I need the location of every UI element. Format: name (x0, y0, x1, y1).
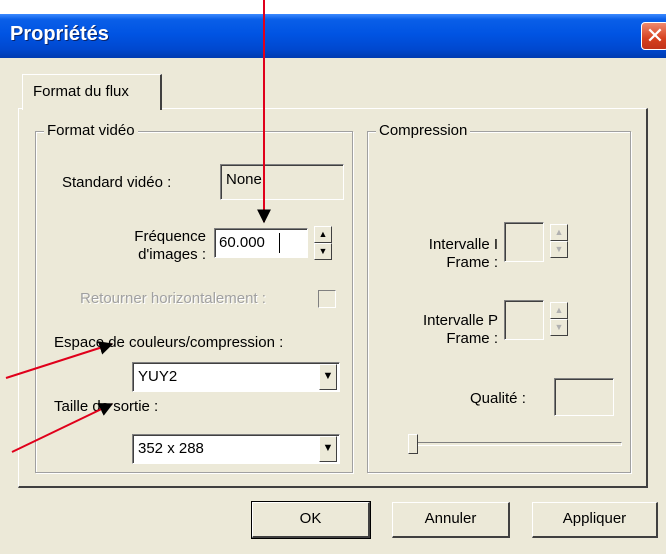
text-cursor (279, 233, 280, 253)
properties-dialog: Propriétés ✕ Format du flux Format vidéo… (0, 14, 666, 554)
p-frame-label-2: Frame : (446, 330, 498, 347)
frame-rate-value: 60.000 (219, 234, 265, 251)
spin-up-icon[interactable]: ▲ (314, 226, 332, 243)
flip-horizontal-checkbox[interactable] (318, 290, 336, 308)
cancel-button[interactable]: Annuler (392, 502, 510, 538)
close-icon: ✕ (645, 23, 665, 48)
spin-up-icon[interactable]: ▲ (550, 224, 568, 241)
p-frame-label-1: Intervalle P (422, 312, 498, 329)
output-size-select[interactable]: 352 x 288 ▼ (132, 434, 340, 464)
ok-label: OK (299, 510, 322, 527)
compression-group-label: Compression (376, 122, 471, 139)
quality-slider-track[interactable] (414, 442, 622, 446)
dropdown-chevron-icon[interactable]: ▼ (319, 436, 337, 462)
standard-video-field: None (220, 164, 344, 200)
apply-button[interactable]: Appliquer (532, 502, 658, 538)
video-format-group-label: Format vidéo (44, 122, 138, 139)
spin-down-icon[interactable]: ▼ (550, 241, 568, 258)
spin-down-icon[interactable]: ▼ (314, 243, 332, 260)
frame-rate-input[interactable]: 60.000 (214, 228, 308, 258)
spin-up-icon[interactable]: ▲ (550, 302, 568, 319)
p-frame-interval-field[interactable] (504, 300, 544, 340)
i-frame-spinner[interactable]: ▲ ▼ (550, 224, 568, 258)
compression-group: Compression Intervalle I Frame : ▲ ▼ Int… (367, 122, 631, 473)
color-space-value: YUY2 (138, 368, 178, 385)
flip-horizontal-label: Retourner horizontalement : (80, 290, 266, 307)
window-title: Propriétés (10, 23, 109, 45)
frame-rate-spinner[interactable]: ▲ ▼ (314, 226, 332, 260)
ok-button[interactable]: OK (251, 501, 371, 539)
standard-video-label: Standard vidéo : (62, 174, 172, 191)
i-frame-label-1: Intervalle I (428, 236, 498, 253)
title-bar[interactable]: Propriétés ✕ (0, 14, 666, 58)
frame-rate-label-1: Fréquence (134, 228, 206, 245)
standard-video-value: None (226, 171, 262, 188)
video-format-group: Format vidéo Standard vidéo : None Fréqu… (35, 122, 353, 473)
color-space-label: Espace de couleurs/compression : (54, 334, 284, 351)
frame-rate-label-2: d'images : (138, 246, 206, 263)
quality-slider-thumb[interactable] (408, 434, 418, 454)
dropdown-chevron-icon[interactable]: ▼ (319, 364, 337, 390)
output-size-label: Taille de sortie : (54, 398, 159, 415)
i-frame-interval-field[interactable] (504, 222, 544, 262)
tab-label: Format du flux (33, 83, 129, 100)
p-frame-spinner[interactable]: ▲ ▼ (550, 302, 568, 336)
cancel-label: Annuler (424, 510, 477, 527)
close-button[interactable]: ✕ (641, 22, 666, 50)
quality-field[interactable] (554, 378, 614, 416)
i-frame-label-2: Frame : (446, 254, 498, 271)
quality-label: Qualité : (470, 390, 526, 407)
tab-format-du-flux[interactable]: Format du flux (22, 74, 162, 110)
output-size-value: 352 x 288 (138, 440, 204, 457)
tab-panel: Format vidéo Standard vidéo : None Fréqu… (18, 108, 648, 488)
apply-label: Appliquer (562, 510, 627, 527)
spin-down-icon[interactable]: ▼ (550, 319, 568, 336)
color-space-select[interactable]: YUY2 ▼ (132, 362, 340, 392)
